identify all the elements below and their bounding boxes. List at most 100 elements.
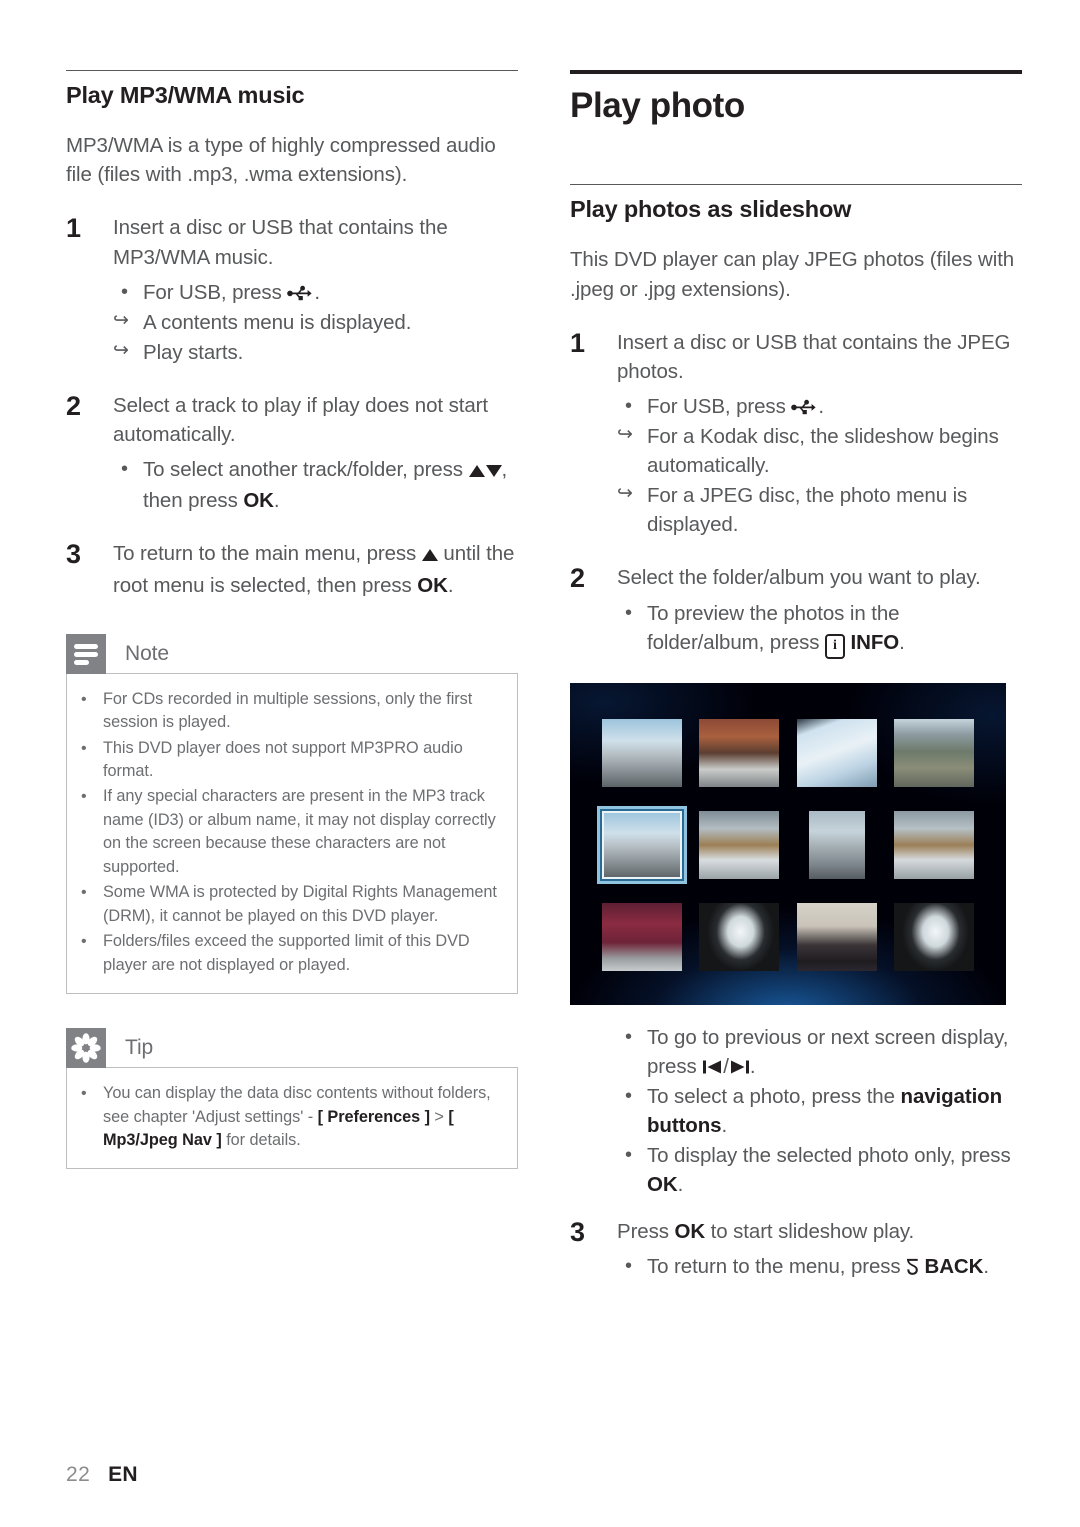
sub-arrow-row: ↪ For a JPEG disc, the photo menu is dis…: [617, 481, 1022, 539]
note-item: • Folders/files exceed the supported lim…: [81, 930, 499, 977]
tip-header: Tip: [66, 1028, 518, 1069]
usb-icon: [791, 394, 818, 415]
arrow-marker: ↪: [113, 339, 129, 361]
thumbnail-image: [894, 718, 975, 787]
sub-text-before: For USB, press: [647, 394, 792, 418]
bullet-marker: •: [81, 933, 87, 951]
thumbnail-cell[interactable]: [790, 709, 884, 797]
thumbnail-cell-selected[interactable]: [595, 801, 689, 889]
step-text: Select the folder/album you want to play…: [617, 566, 981, 590]
ok-button-label: OK: [674, 1220, 706, 1244]
sub-arrow-row: ↪ A contents menu is displayed.: [113, 308, 518, 337]
note-callout: Note • For CDs recorded in multiple sess…: [66, 633, 518, 995]
sub-text-before: To select another track/folder, press: [143, 458, 469, 482]
left-step-3: 3 To return to the main menu, press unti…: [66, 539, 518, 599]
step-text-c: .: [447, 573, 454, 597]
note-item-text: This DVD player does not support MP3PRO …: [103, 738, 463, 780]
sub-text-after: .: [314, 280, 320, 304]
left-section-title: Play MP3/WMA music: [66, 82, 305, 108]
step-sublist: • To select another track/folder, press …: [113, 455, 518, 515]
figure-bullet-text-2a: To select a photo, press the: [647, 1084, 901, 1108]
bullet-marker: •: [81, 884, 87, 902]
thumbnail-image: [699, 810, 780, 879]
right-step-3: 3 Press OK to start slideshow play. • To…: [570, 1217, 1022, 1285]
thumbnail-cell[interactable]: [693, 893, 787, 981]
note-item: • If any special characters are present …: [81, 785, 499, 879]
sub-bullet-row: • For USB, press .: [113, 278, 518, 307]
tip-text-part3: for details.: [221, 1130, 301, 1149]
next-track-icon: [729, 1054, 750, 1074]
manual-page: Play MP3/WMA music MP3/WMA is a type of …: [0, 0, 1080, 1527]
sub-bullet-row: • To select another track/folder, press …: [113, 455, 518, 515]
thumbnail-cell[interactable]: [888, 709, 982, 797]
tip-callout: Tip • You can display the data disc cont…: [66, 1028, 518, 1170]
thumbnail-cell[interactable]: [888, 801, 982, 889]
bullet-marker: •: [625, 1255, 632, 1278]
note-item-text: For CDs recorded in multiple sessions, o…: [103, 689, 473, 732]
tip-item: • You can display the data disc contents…: [81, 1082, 499, 1152]
tip-title: Tip: [125, 1036, 154, 1060]
photo-thumbnail-grid-screenshot: [570, 682, 1006, 1005]
figure-bullet-text-3b: .: [677, 1173, 684, 1197]
thumbnail-cell[interactable]: [888, 893, 982, 981]
sub-arrow-text: A contents menu is displayed.: [143, 310, 412, 334]
step-text: Select a track to play if play does not …: [113, 393, 488, 447]
ok-button-label: OK: [243, 489, 274, 513]
right-step-1: 1 Insert a disc or USB that contains the…: [570, 328, 1022, 540]
step-number: 3: [570, 1217, 585, 1248]
sub-arrow-row: ↪ For a Kodak disc, the slideshow begins…: [617, 422, 1022, 480]
step-number: 3: [66, 539, 81, 570]
note-item-text: Folders/files exceed the supported limit…: [103, 932, 470, 974]
back-icon: ↊: [906, 1255, 919, 1282]
step-number: 1: [66, 213, 81, 244]
chapter-rule: [570, 70, 1022, 74]
sub-bullet-row: • For USB, press .: [617, 392, 1022, 421]
step-sublist: • For USB, press . ↪ A contents menu is …: [113, 278, 518, 367]
sub-arrow-text: For a Kodak disc, the slideshow begins a…: [647, 425, 999, 478]
thumbnail-cell[interactable]: [595, 709, 689, 797]
bullet-marker: •: [625, 394, 632, 417]
thumbnail-cell[interactable]: [693, 801, 787, 889]
figure-bullet-row: • To select a photo, press the navigatio…: [617, 1082, 1022, 1140]
arrow-marker: ↪: [617, 424, 633, 446]
thumbnail-cell[interactable]: [595, 893, 689, 981]
ok-button-label: OK: [647, 1173, 678, 1197]
bullet-marker: •: [81, 788, 87, 806]
thumbnail-image: [699, 718, 780, 787]
chapter-title: Play photo: [570, 86, 745, 125]
step-text: Insert a disc or USB that contains the J…: [617, 330, 1011, 383]
left-step-1: 1 Insert a disc or USB that contains the…: [66, 213, 518, 367]
figure-bullet-text-3a: To display the selected photo only, pres…: [647, 1144, 1011, 1168]
thumbnail-cell[interactable]: [693, 709, 787, 797]
sub-text-before: For USB, press: [143, 280, 288, 304]
step-sublist: • For USB, press . ↪ For a Kodak disc, t…: [617, 392, 1022, 540]
previous-track-icon: [702, 1054, 723, 1074]
thumbnail-image-selected: [601, 810, 682, 879]
thumbnail-image: [796, 902, 877, 971]
thumbnail-cell[interactable]: [790, 801, 884, 889]
thumbnail-image: [699, 902, 780, 971]
bullet-marker: •: [625, 1025, 633, 1048]
info-button-label: INFO: [850, 630, 900, 654]
thumbnail-image: [796, 718, 877, 787]
thumbnail-image: [894, 810, 975, 879]
step-sublist: • To return to the menu, press ↊ BACK.: [617, 1252, 1022, 1285]
sub-bullet-row: • To preview the photos in the folder/al…: [617, 599, 1022, 659]
note-body: • For CDs recorded in multiple sessions,…: [66, 672, 518, 995]
bullet-marker: •: [625, 601, 632, 624]
step-number: 2: [570, 563, 585, 594]
thumbnail-image: [894, 902, 975, 971]
figure-bullet-row: • To display the selected photo only, pr…: [617, 1141, 1022, 1199]
thumbnail-cell[interactable]: [790, 893, 884, 981]
step-text-b: to start slideshow play.: [705, 1220, 915, 1244]
note-item-text: If any special characters are present in…: [103, 787, 496, 876]
sub-text-before: To return to the menu, press: [647, 1255, 907, 1279]
note-item: • This DVD player does not support MP3PR…: [81, 737, 499, 784]
figure-bullet-text-2b: .: [721, 1114, 728, 1138]
bullet-marker: •: [121, 458, 128, 481]
right-section-rule: [570, 184, 1022, 186]
sub-text-end: .: [273, 489, 280, 513]
tip-asterisk-icon: [66, 1028, 106, 1069]
note-item: • Some WMA is protected by Digital Right…: [81, 881, 499, 928]
tip-text-part2: >: [429, 1107, 449, 1126]
